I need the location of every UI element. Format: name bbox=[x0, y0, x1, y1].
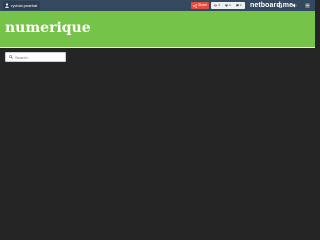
views-stat: 0 bbox=[214, 2, 220, 9]
heart-icon bbox=[225, 4, 228, 7]
search-input[interactable] bbox=[15, 53, 65, 61]
board-title: numerique bbox=[5, 20, 91, 36]
volume-icon[interactable] bbox=[292, 3, 297, 8]
board-stats: 0 0 0 bbox=[211, 2, 245, 9]
comments-count: 0 bbox=[239, 3, 242, 7]
share-label: Share bbox=[197, 3, 208, 7]
menu-icon[interactable] bbox=[305, 3, 310, 8]
user-menu[interactable]: ryviola pnarbat bbox=[3, 1, 41, 10]
comments-stat[interactable]: 0 bbox=[236, 2, 242, 9]
comment-icon bbox=[236, 4, 239, 7]
share-button[interactable]: Share bbox=[191, 2, 209, 9]
likes-stat[interactable]: 0 bbox=[225, 2, 231, 9]
views-count: 0 bbox=[218, 3, 221, 7]
top-navigation-bar: ryviola pnarbat Share 0 0 0 netboard.me bbox=[0, 0, 315, 11]
search-icon bbox=[9, 55, 13, 59]
search-box[interactable] bbox=[5, 52, 66, 62]
user-name: ryviola pnarbat bbox=[11, 3, 38, 8]
person-icon bbox=[5, 3, 9, 8]
header-divider bbox=[0, 47, 315, 48]
share-icon bbox=[193, 3, 197, 8]
likes-count: 0 bbox=[229, 3, 231, 7]
brand-logo[interactable]: netboard.me bbox=[250, 0, 293, 11]
eye-icon bbox=[214, 4, 218, 7]
enter-icon[interactable] bbox=[277, 3, 282, 8]
